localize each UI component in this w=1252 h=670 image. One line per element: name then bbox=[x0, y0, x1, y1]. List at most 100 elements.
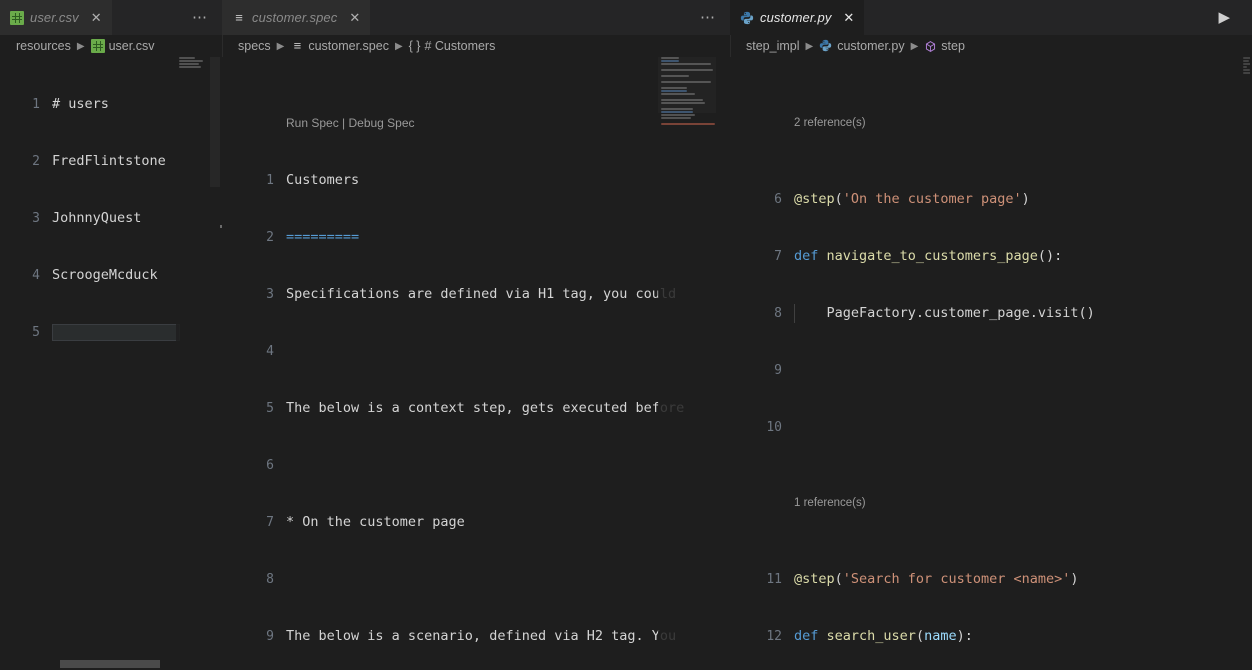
more-actions-icon[interactable]: ⋯ bbox=[696, 10, 720, 25]
tab-label: user.csv bbox=[30, 10, 79, 25]
horizontal-scrollbar-left[interactable] bbox=[0, 660, 222, 670]
code-line: 6 bbox=[222, 456, 730, 475]
chevron-right-icon: ▶ bbox=[76, 40, 85, 52]
code-line: 7 * On the customer page bbox=[222, 513, 730, 532]
code-line: 12 def search_user(name): bbox=[730, 627, 1252, 646]
cursor-line-selection bbox=[52, 324, 180, 341]
line-text: The below is a scenario, defined via H2 … bbox=[286, 628, 677, 644]
vertical-scrollbar-left[interactable] bbox=[208, 57, 222, 670]
editor-left[interactable]: 1 # users 2 FredFlintstone 3 JohnnyQuest 4S… bbox=[0, 57, 222, 670]
breadcrumb-label: customer.spec bbox=[308, 39, 389, 53]
line-number: 7 bbox=[774, 249, 782, 264]
line-number: 5 bbox=[266, 401, 274, 416]
tab-label: customer.py bbox=[760, 10, 832, 25]
line-number: 4 bbox=[266, 344, 274, 359]
editor-group-middle: ≡ customer.spec ✕ ⋯ specs ▶ ≡ customer.s… bbox=[222, 0, 730, 670]
chevron-right-icon: ▶ bbox=[276, 40, 285, 52]
line-number: 2 bbox=[32, 154, 40, 169]
tab-actions-right: ▶ bbox=[1206, 0, 1252, 35]
breadcrumb-item-customer-py[interactable]: customer.py bbox=[819, 39, 905, 53]
tab-actions-middle: ⋯ bbox=[696, 0, 730, 35]
close-icon[interactable]: ✕ bbox=[843, 11, 854, 24]
breadcrumb-label: user.csv bbox=[108, 39, 155, 53]
spec-file-icon: ≡ bbox=[235, 9, 243, 25]
line-number: 5 bbox=[32, 325, 40, 340]
line-number: 1 bbox=[266, 173, 274, 188]
tabbar-filler-right: ▶ bbox=[864, 0, 1252, 35]
tabbar-filler-left: ⋯ bbox=[111, 0, 222, 35]
line-number: 6 bbox=[774, 192, 782, 207]
line-number: 8 bbox=[774, 306, 782, 321]
close-icon[interactable]: ✕ bbox=[91, 11, 102, 24]
tabbar-middle: ≡ customer.spec ✕ ⋯ bbox=[222, 0, 730, 35]
editor-workbench: user.csv ✕ ⋯ resources ▶ user.csv 1 # use… bbox=[0, 0, 1252, 670]
breadcrumb-right: step_impl ▶ customer.py ▶ step bbox=[730, 35, 1252, 57]
breadcrumb-item-resources[interactable]: resources bbox=[16, 39, 71, 53]
codelens-label[interactable]: 2 reference(s) bbox=[794, 114, 866, 133]
line-text: # users bbox=[52, 96, 109, 112]
breadcrumb-item-customers-symbol[interactable]: { } # Customers bbox=[409, 39, 496, 53]
code-line: 1 Customers bbox=[222, 171, 730, 190]
csv-file-icon bbox=[10, 10, 24, 25]
editor-right[interactable]: 2 reference(s) 6 @step('On the customer p… bbox=[730, 57, 1252, 670]
code-line: 8 PageFactory.customer_page.visit() bbox=[730, 304, 1252, 323]
code-lines-middle: Run Spec | Debug Spec 1 Customers 2 ======… bbox=[222, 57, 730, 670]
line-text: ScroogeMcduck bbox=[52, 267, 158, 283]
line-text: * On the customer page bbox=[286, 514, 465, 530]
breadcrumb-item-customer-spec[interactable]: ≡ customer.spec bbox=[290, 38, 389, 54]
more-actions-icon[interactable]: ⋯ bbox=[188, 10, 212, 25]
line-number: 2 bbox=[266, 230, 274, 245]
breadcrumb-item-step-impl[interactable]: step_impl bbox=[746, 39, 800, 53]
tab-customer-spec[interactable]: ≡ customer.spec ✕ bbox=[222, 0, 371, 35]
breadcrumb-label: # Customers bbox=[424, 39, 496, 53]
line-number: 9 bbox=[266, 629, 274, 644]
code-line: 7 def navigate_to_customers_page(): bbox=[730, 247, 1252, 266]
line-text: JohnnyQuest bbox=[52, 210, 142, 226]
python-file-icon bbox=[740, 11, 754, 25]
spec-file-icon: ≡ bbox=[293, 38, 302, 53]
breadcrumb-item-step-symbol[interactable]: step bbox=[924, 39, 965, 53]
vertical-scrollbar-right[interactable] bbox=[1238, 57, 1252, 670]
tabbar-filler-middle: ⋯ bbox=[370, 0, 730, 35]
code-line: 4 bbox=[222, 342, 730, 361]
tab-customer-py[interactable]: customer.py ✕ bbox=[730, 0, 865, 35]
run-python-file-play-icon[interactable]: ▶ bbox=[1206, 10, 1242, 25]
chevron-right-icon: ▶ bbox=[394, 40, 403, 52]
code-line: 9 The below is a scenario, defined via H2… bbox=[222, 627, 730, 646]
editor-middle[interactable]: Run Spec | Debug Spec 1 Customers 2 ======… bbox=[222, 57, 730, 670]
codelens-references[interactable]: 1 reference(s) bbox=[730, 494, 1252, 513]
chevron-right-icon: ▶ bbox=[910, 40, 919, 52]
tabbar-right: customer.py ✕ ▶ bbox=[730, 0, 1252, 35]
codelens-references[interactable]: 2 reference(s) bbox=[730, 114, 1252, 133]
line-number: 4 bbox=[32, 268, 40, 283]
minimap-middle[interactable] bbox=[658, 57, 716, 670]
breadcrumb-middle: specs ▶ ≡ customer.spec ▶ { } # Customer… bbox=[222, 35, 730, 57]
breadcrumb-label: resources bbox=[16, 39, 71, 53]
tabbar-left: user.csv ✕ ⋯ bbox=[0, 0, 222, 35]
vertical-scrollbar-middle[interactable] bbox=[716, 57, 730, 670]
chevron-right-icon: ▶ bbox=[805, 40, 814, 52]
codelens-label[interactable]: Run Spec | Debug Spec bbox=[286, 114, 415, 133]
codelens-label[interactable]: 1 reference(s) bbox=[794, 494, 866, 513]
breadcrumb-label: step bbox=[941, 39, 965, 53]
braces-symbol-icon: { } bbox=[408, 39, 421, 53]
line-number: 9 bbox=[774, 363, 782, 378]
line-number: 1 bbox=[32, 97, 40, 112]
line-text: ========= bbox=[286, 229, 360, 245]
line-number: 12 bbox=[766, 629, 782, 644]
tab-user-csv[interactable]: user.csv ✕ bbox=[0, 0, 112, 35]
tab-actions-left: ⋯ bbox=[188, 0, 222, 35]
close-icon[interactable]: ✕ bbox=[349, 11, 360, 24]
code-line: 6 @step('On the customer page') bbox=[730, 190, 1252, 209]
line-text: Customers bbox=[286, 172, 360, 188]
codelens-run-spec[interactable]: Run Spec | Debug Spec bbox=[222, 114, 730, 133]
breadcrumb-label: step_impl bbox=[746, 39, 800, 53]
breadcrumb-item-user-csv[interactable]: user.csv bbox=[90, 39, 155, 53]
method-symbol-icon bbox=[924, 40, 937, 53]
python-file-icon bbox=[819, 39, 833, 53]
line-number: 3 bbox=[32, 211, 40, 226]
code-line: 3 Specifications are defined via H1 tag, … bbox=[222, 285, 730, 304]
breadcrumb-item-specs[interactable]: specs bbox=[238, 39, 271, 53]
code-lines-right: 2 reference(s) 6 @step('On the customer p… bbox=[730, 57, 1252, 670]
minimap-left[interactable] bbox=[176, 57, 210, 670]
